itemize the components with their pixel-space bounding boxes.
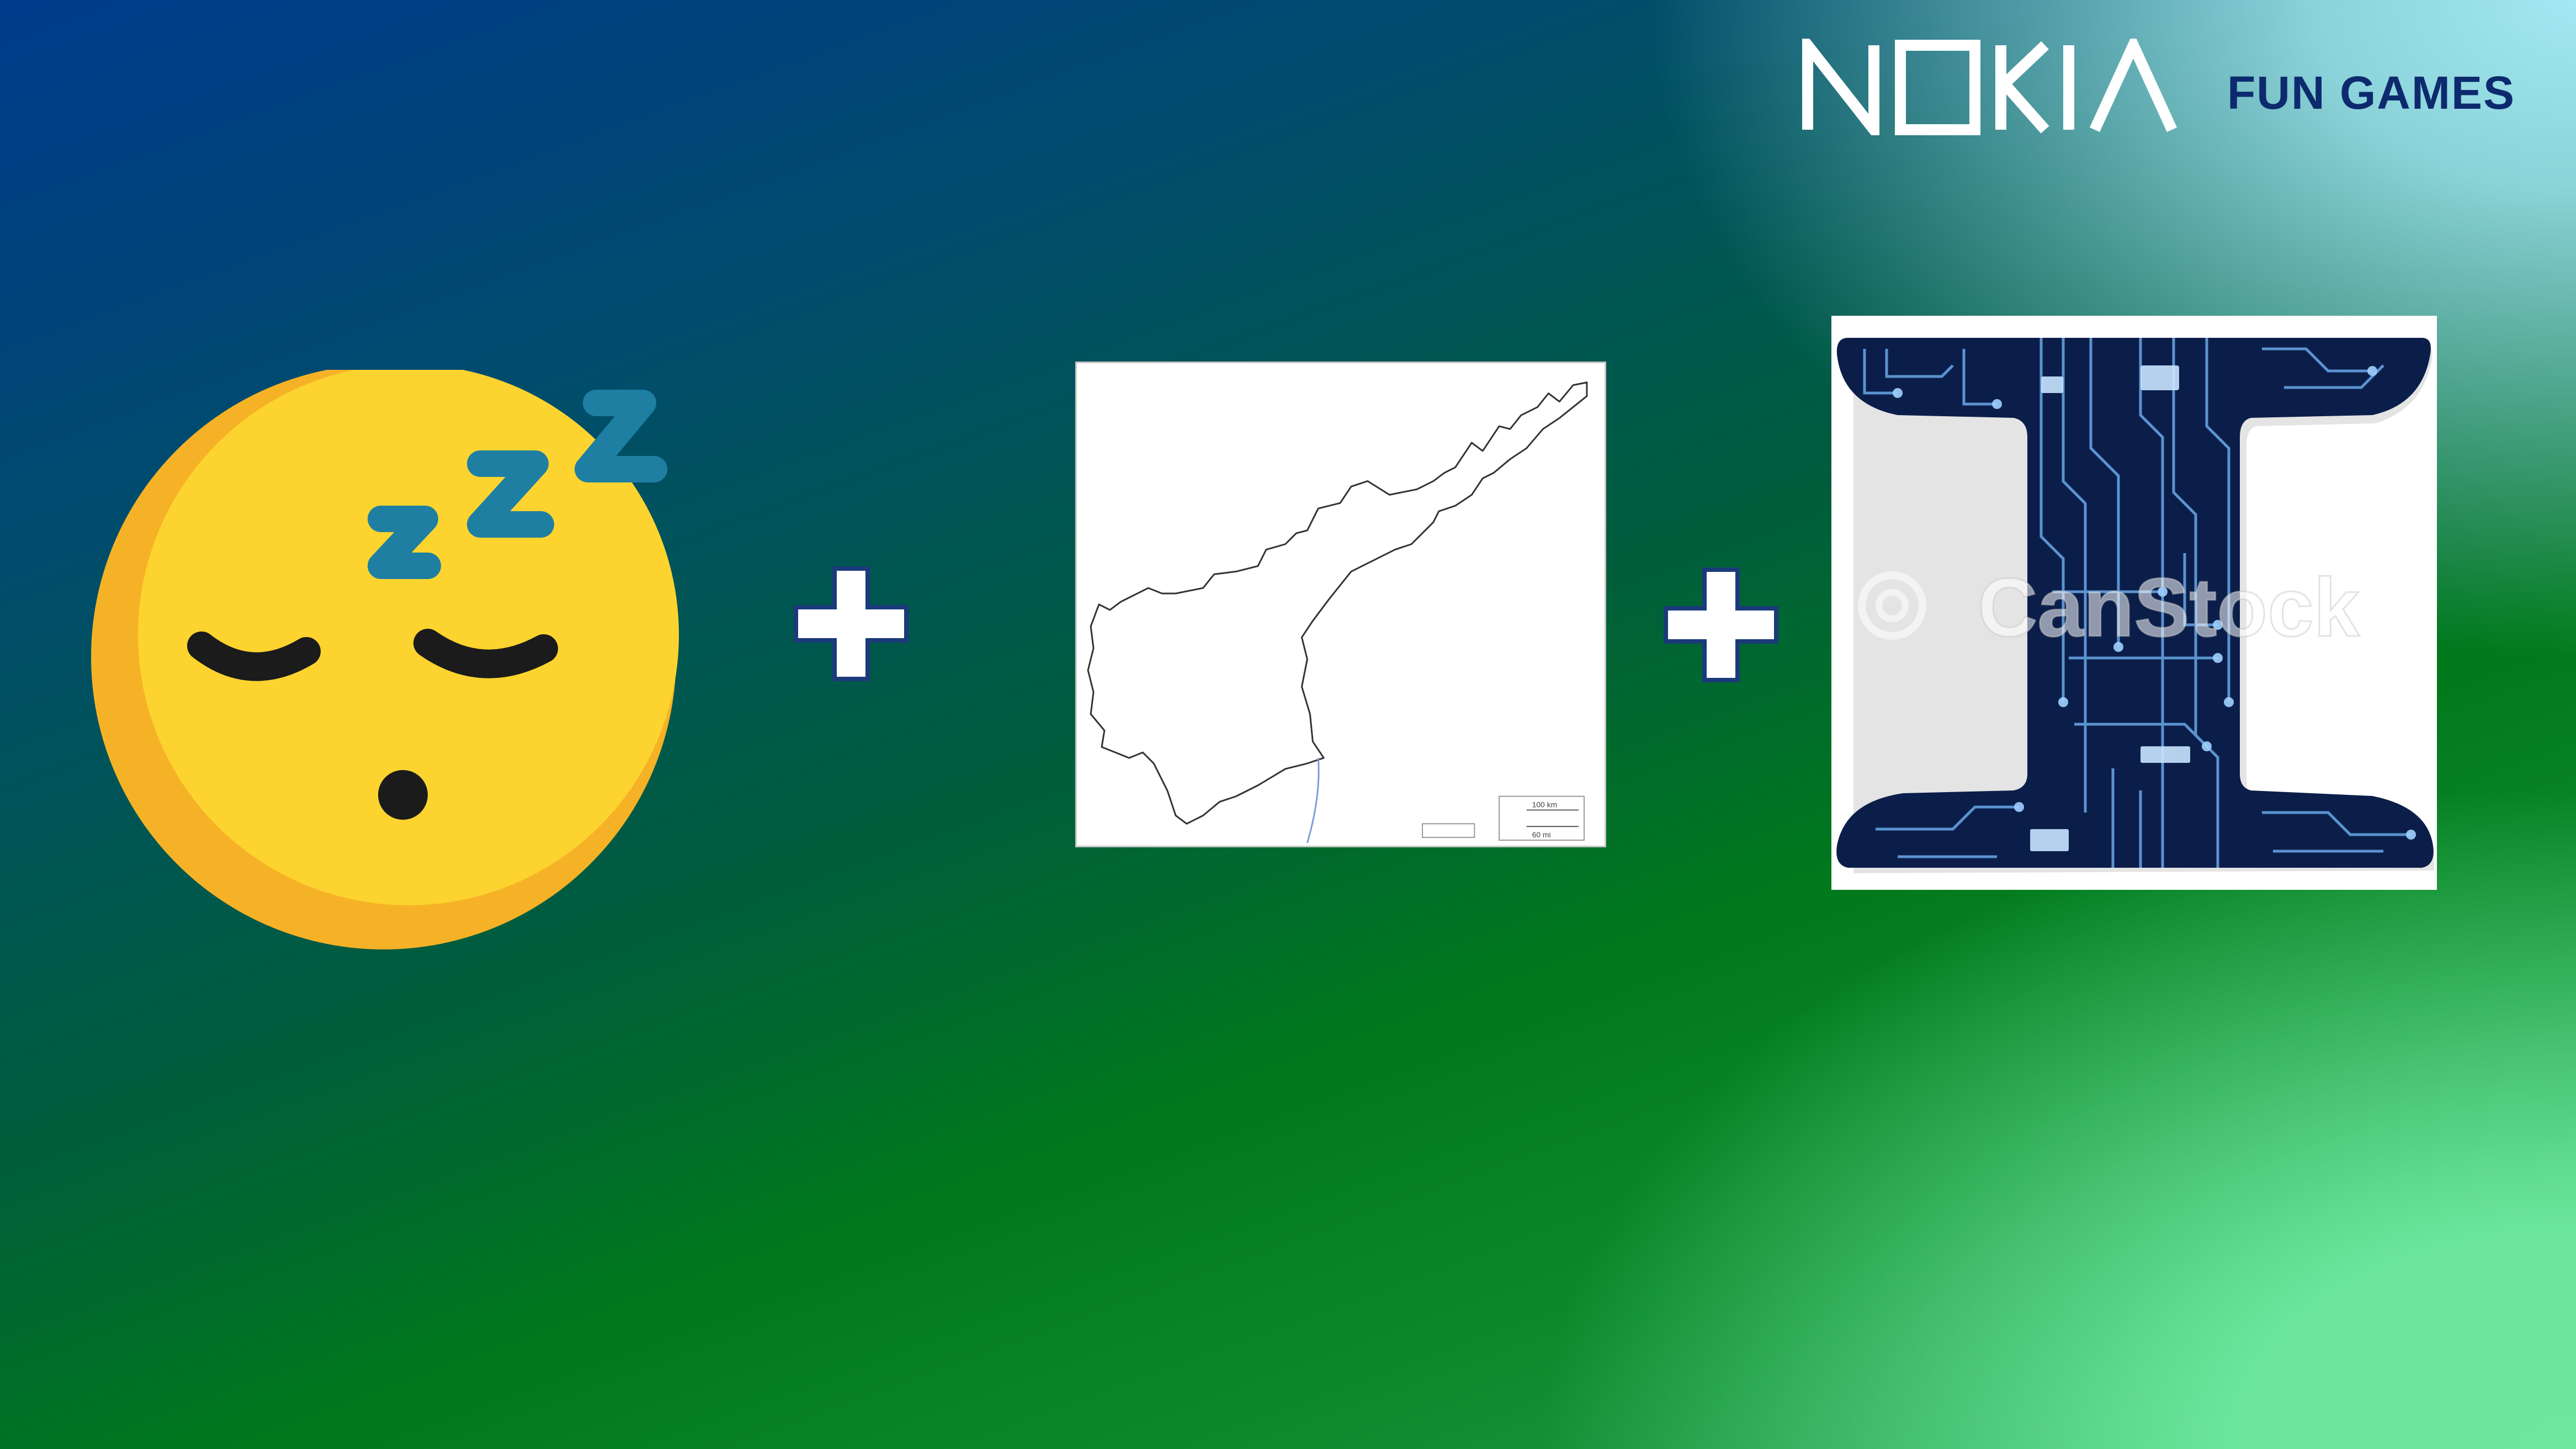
sleeping-face-emoji-icon [86,370,682,949]
plus-icon [790,563,912,684]
nokia-logo [1802,39,2233,135]
nokia-logo-graphic [1802,39,2177,135]
fun-games-subtitle: FUN GAMES [2227,67,2515,119]
map-scale-km: 100 km [1532,800,1558,809]
map-legend: 100 km 60 mi [1421,795,1585,841]
circuit-letter-i-image: CanStock [1831,316,2437,890]
map-scale-mi: 60 mi [1532,830,1551,839]
plus-icon [1660,564,1782,686]
state-outline-map-image: 100 km 60 mi [1075,362,1606,847]
